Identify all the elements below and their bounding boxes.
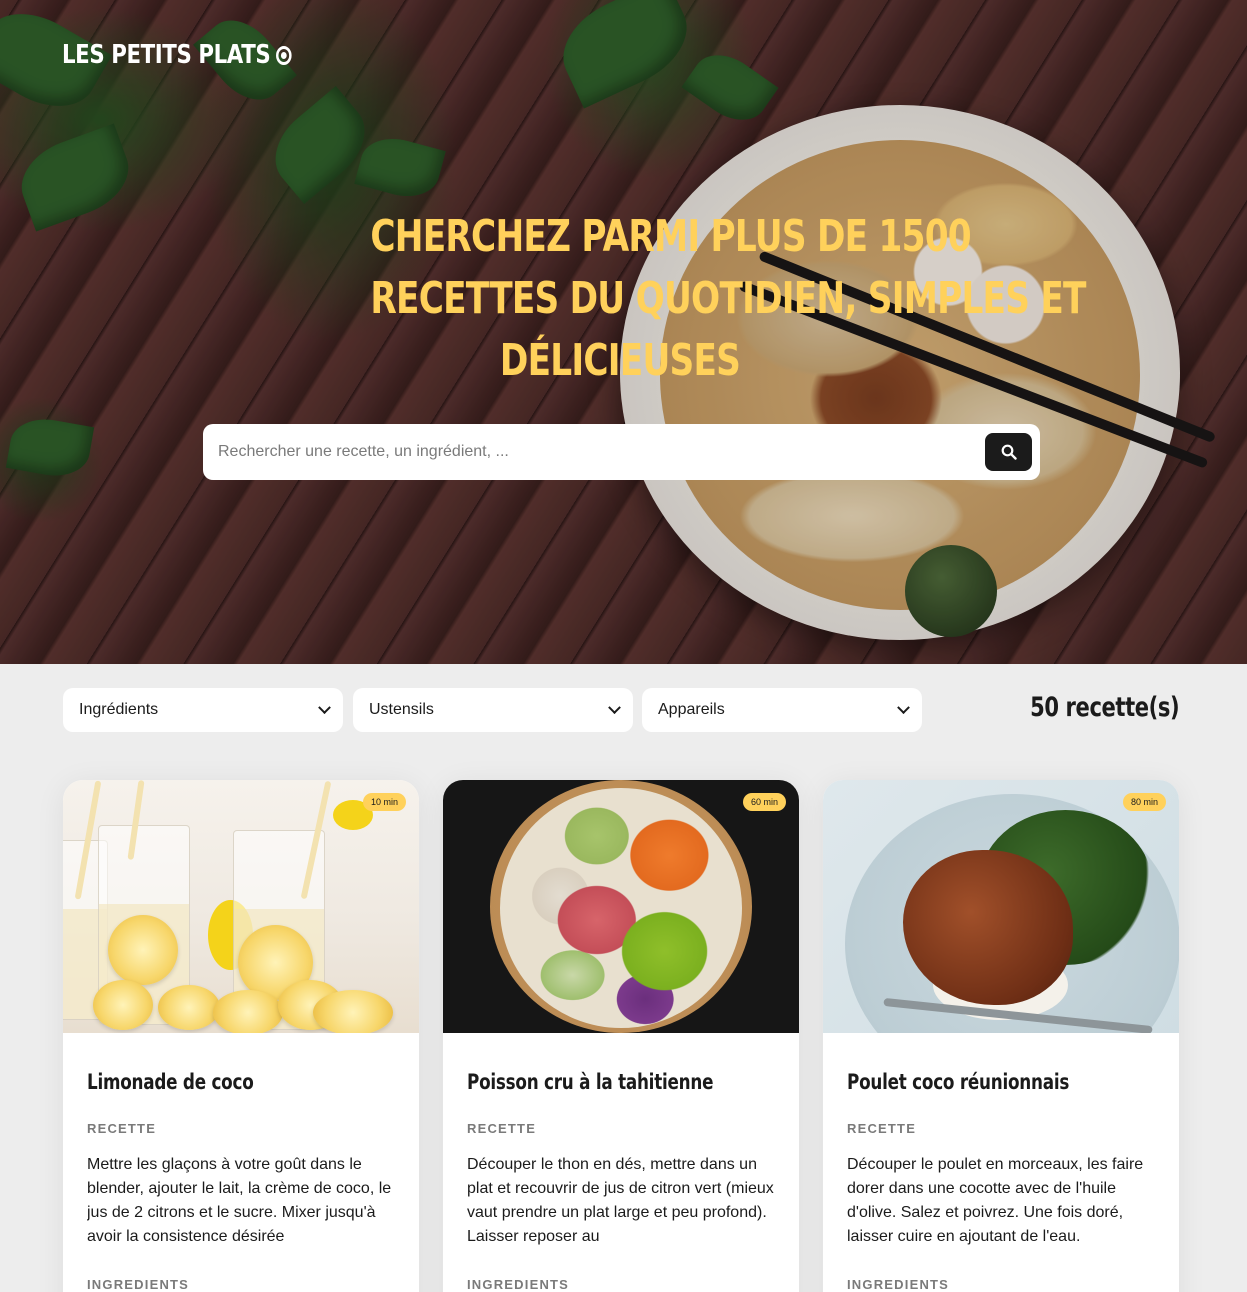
recipe-image-limonade: [63, 780, 419, 1033]
search-icon: [1001, 444, 1017, 460]
recipe-count: 50 recette(s): [1029, 692, 1180, 723]
filter-label: Ingrédients: [79, 701, 159, 718]
headline-line: RECETTES DU QUOTIDIEN, SIMPLES ET: [370, 273, 1086, 324]
ingredients-section-heading: INGREDIENTS: [87, 1277, 190, 1292]
recipe-image-poulet: [823, 780, 1179, 1033]
filter-label: Appareils: [658, 701, 725, 718]
filter-ingredients-dropdown[interactable]: Ingrédients: [63, 688, 343, 732]
search-button[interactable]: [985, 433, 1032, 471]
chevron-down-icon: [318, 700, 331, 714]
chevron-down-icon: [608, 700, 621, 714]
headline-line: CHERCHEZ PARMI PLUS DE 1500: [370, 211, 971, 262]
filter-label: Ustensils: [369, 701, 434, 718]
hero-headline: CHERCHEZ PARMI PLUS DE 1500 RECETTES DU …: [300, 206, 1086, 392]
filter-appareils-dropdown[interactable]: Appareils: [642, 688, 922, 732]
recipe-title: Limonade de coco: [87, 1070, 254, 1094]
recipe-section-heading: RECETTE: [847, 1121, 917, 1136]
search-input[interactable]: [203, 424, 983, 480]
logo-text: LES PETITS PLATS: [62, 40, 271, 70]
recipe-description: Découper le thon en dés, mettre dans un …: [467, 1156, 774, 1245]
hero-banner: LES PETITS PLATS CHERCHEZ PARMI PLUS DE …: [0, 0, 1247, 664]
ingredients-section-heading: INGREDIENTS: [847, 1277, 950, 1292]
ingredients-section-heading: INGREDIENTS: [467, 1277, 570, 1292]
search-bar: [203, 424, 1040, 480]
recipe-description: Mettre les glaçons à votre goût dans le …: [87, 1156, 392, 1245]
recipe-section-heading: RECETTE: [87, 1121, 157, 1136]
recipe-image-poisson: [443, 780, 799, 1033]
logo-icon: [276, 45, 292, 65]
chevron-down-icon: [897, 700, 910, 714]
recipe-card[interactable]: 10 min Limonade de coco RECETTE Mettre l…: [63, 780, 419, 1292]
filter-ustensils-dropdown[interactable]: Ustensils: [353, 688, 633, 732]
time-badge: 60 min: [742, 793, 786, 811]
recipe-card[interactable]: 60 min Poisson cru à la tahitienne RECET…: [443, 780, 799, 1292]
recipe-title: Poisson cru à la tahitienne: [467, 1070, 714, 1094]
headline-line: DÉLICIEUSES: [499, 335, 741, 386]
recipe-title: Poulet coco réunionnais: [847, 1070, 1070, 1094]
recipe-card[interactable]: 80 min Poulet coco réunionnais RECETTE D…: [823, 780, 1179, 1292]
site-logo[interactable]: LES PETITS PLATS: [62, 40, 292, 70]
time-badge: 80 min: [1122, 793, 1166, 811]
recipe-section-heading: RECETTE: [467, 1121, 537, 1136]
recipe-description: Découper le poulet en morceaux, les fair…: [847, 1156, 1144, 1245]
time-badge: 10 min: [362, 793, 406, 811]
